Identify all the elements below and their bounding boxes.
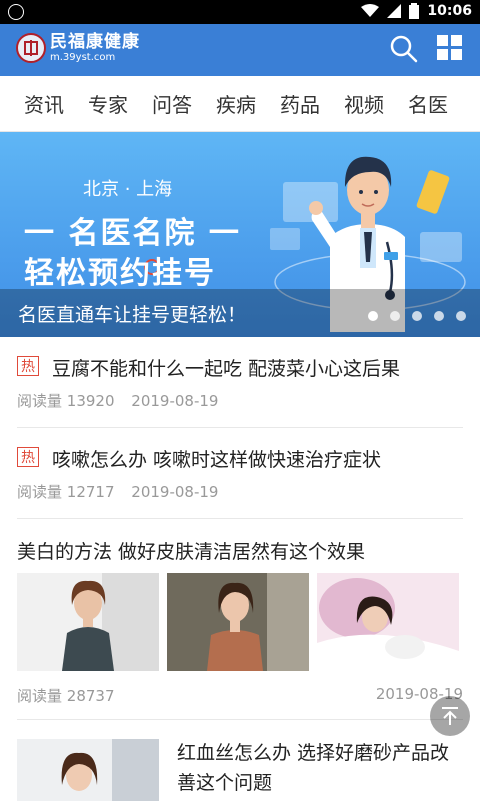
article-meta: 阅读量 12717 2019-08-19 — [17, 481, 218, 502]
signal-icon — [387, 4, 402, 18]
article-item[interactable]: 热 豆腐不能和什么一起吃 配菠菜小心这后果 阅读量 13920 2019-08-… — [17, 337, 463, 428]
article-meta: 阅读量 28737 — [17, 685, 115, 706]
promo-banner[interactable]: 北京 · 上海 一 名医名院 一 轻松预约挂号 名医直通车让挂号更轻松！ — [0, 132, 480, 337]
read-count: 28737 — [66, 687, 115, 705]
tab-videos[interactable]: 视频 — [344, 89, 384, 118]
wifi-icon — [361, 4, 380, 17]
read-label: 阅读量 — [17, 392, 63, 410]
read-label: 阅读量 — [17, 483, 63, 501]
carousel-dot[interactable] — [368, 311, 378, 321]
brand-logo[interactable]: 民福康健康 m.39yst.com — [16, 33, 140, 63]
article-thumbnail[interactable] — [167, 573, 309, 671]
article-thumbnail[interactable] — [17, 573, 159, 671]
carousel-dot[interactable] — [390, 311, 400, 321]
tab-news[interactable]: 资讯 — [24, 89, 64, 118]
app-header: 民福康健康 m.39yst.com — [0, 24, 480, 76]
grid-menu-icon — [437, 35, 462, 60]
banner-cities: 北京 · 上海 — [83, 179, 173, 200]
status-bar: 10:06 — [0, 0, 480, 24]
article-item[interactable]: 热 咳嗽怎么办 咳嗽时这样做快速治疗症状 阅读量 12717 2019-08-1… — [17, 428, 463, 519]
article-thumbnail[interactable] — [317, 573, 459, 671]
article-title[interactable]: 红血丝怎么办 选择好磨砂产品改善这个问题 — [177, 738, 467, 798]
read-count: 13920 — [66, 392, 115, 410]
carousel-dot[interactable] — [456, 311, 466, 321]
tab-qa[interactable]: 问答 — [152, 89, 192, 118]
category-tabs: 资讯 专家 问答 疾病 药品 视频 名医 — [0, 76, 480, 132]
article-feed: 热 豆腐不能和什么一起吃 配菠菜小心这后果 阅读量 13920 2019-08-… — [0, 337, 480, 801]
search-icon — [390, 35, 418, 63]
banner-caption: 名医直通车让挂号更轻松！ — [18, 304, 247, 326]
status-right: 10:06 — [361, 3, 472, 19]
notification-icon — [8, 4, 24, 20]
battery-icon — [409, 3, 420, 19]
arrow-up-to-top-icon — [442, 707, 458, 725]
search-button[interactable] — [389, 34, 419, 64]
banner-headline-1: 一 名医名院 一 — [24, 216, 241, 251]
article-date: 2019-08-19 — [131, 483, 219, 501]
back-to-top-button[interactable] — [430, 696, 470, 736]
brand-name: 民福康健康 — [50, 31, 140, 52]
carousel-dot[interactable] — [412, 311, 422, 321]
read-count: 12717 — [66, 483, 115, 501]
tab-experts[interactable]: 专家 — [88, 89, 128, 118]
article-meta: 阅读量 13920 2019-08-19 — [17, 390, 218, 411]
article-title[interactable]: 咳嗽怎么办 咳嗽时这样做快速治疗症状 — [52, 445, 381, 472]
logo-emblem-icon — [16, 33, 46, 63]
tab-diseases[interactable]: 疾病 — [216, 89, 256, 118]
carousel-dot[interactable] — [434, 311, 444, 321]
article-date: 2019-08-19 — [131, 392, 219, 410]
banner-headline-2: 轻松预约挂号 — [24, 256, 216, 291]
menu-button[interactable] — [436, 34, 466, 64]
hot-badge: 热 — [17, 356, 39, 376]
tab-drugs[interactable]: 药品 — [280, 89, 320, 118]
article-title[interactable]: 美白的方法 做好皮肤清洁居然有这个效果 — [17, 537, 365, 564]
tab-famous-doctors[interactable]: 名医 — [408, 89, 448, 118]
brand-url: m.39yst.com — [50, 51, 116, 63]
article-thumbnails — [17, 573, 459, 671]
hot-badge: 热 — [17, 447, 39, 467]
article-item[interactable]: 红血丝怎么办 选择好磨砂产品改善这个问题 — [17, 720, 463, 801]
clock: 10:06 — [427, 3, 472, 19]
article-title[interactable]: 豆腐不能和什么一起吃 配菠菜小心这后果 — [52, 354, 400, 381]
article-item[interactable]: 美白的方法 做好皮肤清洁居然有这个效果 阅读量 28737 2019-08-19 — [17, 519, 463, 720]
read-label: 阅读量 — [17, 687, 63, 705]
article-thumbnail[interactable] — [17, 739, 159, 801]
carousel-dots — [368, 311, 466, 321]
